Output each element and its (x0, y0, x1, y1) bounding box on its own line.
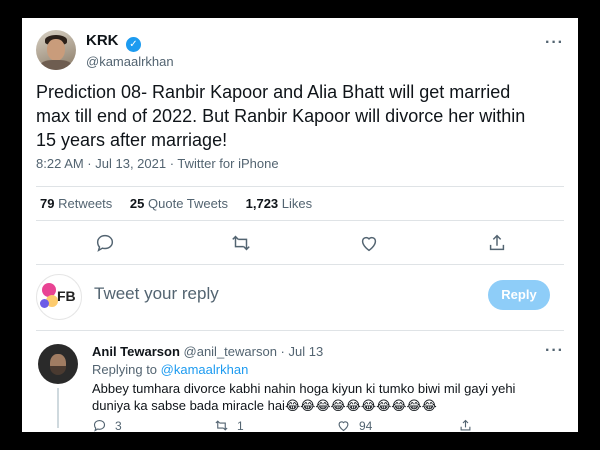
reply-retweet-action[interactable]: 1 (214, 418, 244, 432)
reply-count: 3 (115, 418, 122, 433)
composer-avatar: FB (36, 274, 82, 320)
reply-composer: FB Tweet your reply Reply (36, 272, 564, 322)
reply-text: Abbey tumhara divorce kabhi nahin hoga k… (92, 381, 516, 413)
author-name-block: KRK ✓ @kamaalrkhan (86, 32, 174, 69)
reply-actions: 3 1 94 (92, 418, 564, 432)
replying-to-mention[interactable]: @kamaalrkhan (161, 362, 249, 377)
divider (36, 186, 564, 187)
author-avatar[interactable] (36, 30, 76, 70)
retweet-icon[interactable] (230, 232, 252, 254)
retweet-count: 1 (237, 418, 244, 433)
divider (36, 220, 564, 221)
reply-icon (93, 419, 106, 432)
reply-input[interactable]: Tweet your reply (94, 284, 219, 304)
like-icon (338, 421, 349, 432)
reply-more-options-icon[interactable]: ··· (545, 342, 564, 360)
author-handle[interactable]: @kamaalrkhan (86, 54, 174, 69)
retweets-stat[interactable]: 79 Retweets (40, 196, 112, 211)
reply-share-action[interactable] (458, 418, 473, 432)
reply-tweet: Anil Tewarson @anil_tewarson · Jul 13 ··… (36, 338, 564, 432)
more-options-icon[interactable]: ··· (545, 34, 564, 52)
tweet-text: Prediction 08- Ranbir Kapoor and Alia Bh… (36, 82, 526, 150)
reply-like-action[interactable]: 94 (336, 418, 372, 432)
divider (36, 264, 564, 265)
retweet-icon (215, 420, 228, 431)
divider (36, 330, 564, 331)
tweet-actions (36, 230, 564, 256)
reply-author-handle[interactable]: @anil_tewarson · Jul 13 (184, 344, 324, 359)
reply-button[interactable]: Reply (488, 280, 550, 310)
like-icon[interactable] (358, 232, 380, 254)
composer-avatar-text: FB (57, 288, 76, 304)
reply-author-name[interactable]: Anil Tewarson (92, 344, 180, 359)
verified-badge-icon: ✓ (125, 37, 141, 52)
author-display-name[interactable]: KRK (86, 32, 119, 49)
replying-to: Replying to @kamaalrkhan (92, 362, 249, 377)
likes-stat[interactable]: 1,723 Likes (246, 196, 313, 211)
reply-icon[interactable] (94, 232, 116, 254)
quote-tweets-stat[interactable]: 25 Quote Tweets (130, 196, 228, 211)
thread-line (57, 388, 59, 428)
tweet-header: KRK ✓ @kamaalrkhan ··· (36, 28, 564, 72)
tweet-card: KRK ✓ @kamaalrkhan ··· Prediction 08- Ra… (22, 18, 578, 432)
like-count: 94 (359, 418, 373, 433)
reply-reply-action[interactable]: 3 (92, 418, 122, 432)
reply-header: Anil Tewarson @anil_tewarson · Jul 13 (92, 344, 323, 359)
tweet-stats: 79 Retweets 25 Quote Tweets 1,723 Likes (40, 196, 326, 211)
reply-author-avatar[interactable] (38, 344, 78, 384)
tweet-timestamp[interactable]: 8:22 AM · Jul 13, 2021 · Twitter for iPh… (36, 156, 279, 171)
share-icon (460, 419, 471, 431)
share-icon[interactable] (486, 232, 508, 254)
